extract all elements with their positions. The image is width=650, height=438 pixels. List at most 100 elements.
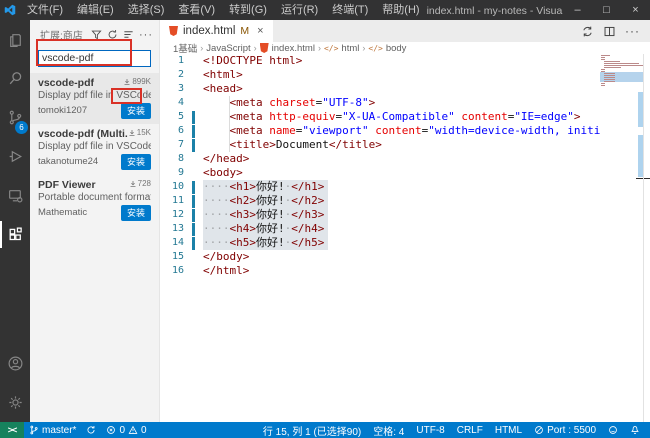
more-actions-icon[interactable]: ··· (139, 31, 153, 39)
extension-publisher: Mathematic (38, 207, 121, 218)
git-modified-badge: M (240, 25, 249, 37)
breadcrumb-node-html[interactable]: html (341, 43, 359, 54)
sidebar-item-search[interactable] (0, 59, 30, 98)
menu-item[interactable]: 运行(R) (274, 0, 325, 20)
sidebar-item-run-debug[interactable] (0, 137, 30, 176)
extension-name: vscode-pdf (Multi... (38, 128, 128, 140)
extension-list-item[interactable]: PDF Viewer 728 Portable document format … (30, 175, 159, 226)
line-number: 6 (160, 124, 184, 138)
gear-icon (7, 394, 24, 411)
extension-search-input[interactable] (38, 50, 151, 67)
clear-search-icon[interactable] (123, 29, 134, 40)
breadcrumb-folder[interactable]: 1基础 (173, 41, 197, 55)
scrollbar-divider (643, 54, 644, 422)
code-line[interactable]: 6 <meta name="viewport" content="width=d… (160, 124, 650, 138)
sidebar-item-extensions[interactable] (0, 215, 30, 254)
menu-item[interactable]: 帮助(H) (375, 0, 426, 20)
settings-button[interactable] (0, 383, 30, 422)
git-branch-item[interactable]: master* (24, 422, 81, 438)
split-editor-icon[interactable] (603, 25, 616, 38)
encoding[interactable]: UTF-8 (410, 422, 450, 438)
eol-sequence[interactable]: CRLF (451, 422, 489, 438)
minimap-content (600, 54, 644, 86)
warning-icon (128, 425, 138, 435)
line-number: 14 (160, 236, 184, 250)
code-line[interactable]: 16</html> (160, 264, 650, 278)
explorer-icon (7, 31, 24, 48)
branch-icon (29, 425, 39, 435)
remote-indicator[interactable]: >< (0, 422, 24, 438)
code-line[interactable]: 15</body> (160, 250, 650, 264)
code-line[interactable]: 12····<h3>你好!·</h3> (160, 208, 650, 222)
problems-item[interactable]: 0 0 (101, 422, 151, 438)
code-editor[interactable]: 1<!DOCTYPE html>2<html>3<head>4 <meta ch… (160, 54, 650, 422)
feedback-button[interactable] (602, 422, 624, 438)
editor-group: index.html M × ··· 1基础 › JavaScript › in… (160, 20, 650, 422)
symbol-element-icon: </> (324, 44, 338, 53)
menu-item[interactable]: 选择(S) (121, 0, 172, 20)
minimize-button[interactable]: – (563, 0, 592, 20)
code-line[interactable]: 8</head> (160, 152, 650, 166)
circle-slash-icon (534, 425, 544, 435)
code-line[interactable]: 10····<h1>你好!·</h1> (160, 180, 650, 194)
vscode-logo-icon (0, 4, 20, 16)
sync-button[interactable] (81, 422, 101, 438)
accounts-button[interactable] (0, 344, 30, 383)
refresh-icon[interactable] (107, 29, 118, 40)
code-line[interactable]: 3<head> (160, 82, 650, 96)
sync-icon (86, 425, 96, 435)
line-number: 9 (160, 166, 184, 180)
code-line[interactable]: 2<html> (160, 68, 650, 82)
editor-more-actions-icon[interactable]: ··· (625, 24, 640, 38)
tab-close-icon[interactable]: × (257, 25, 263, 37)
extension-list-item[interactable]: vscode-pdf 899K Display pdf file in VSCo… (30, 73, 159, 124)
close-button[interactable]: × (621, 0, 650, 20)
language-mode[interactable]: HTML (489, 422, 528, 438)
menu-item[interactable]: 查看(V) (171, 0, 222, 20)
indentation[interactable]: 空格: 4 (367, 422, 410, 438)
code-line[interactable]: 1<!DOCTYPE html> (160, 54, 650, 68)
line-number: 4 (160, 96, 184, 110)
code-line[interactable]: 14····<h5>你好!·</h5> (160, 236, 650, 250)
html-file-icon (260, 43, 269, 53)
sidebar-item-source-control[interactable]: 6 (0, 98, 30, 137)
code-line[interactable]: 4 <meta charset="UTF-8"> (160, 96, 650, 110)
cursor-position[interactable]: 行 15, 列 1 (已选择90) (257, 422, 367, 438)
git-change-gutter (192, 181, 195, 194)
open-changes-icon[interactable] (581, 25, 594, 38)
extension-name: PDF Viewer (38, 179, 129, 191)
git-change-gutter (192, 195, 195, 208)
extension-description: Display pdf file in VSCode. (38, 90, 151, 101)
maximize-button[interactable]: □ (592, 0, 621, 20)
run-debug-icon (7, 148, 24, 165)
notifications-button[interactable] (624, 422, 646, 438)
live-server-port[interactable]: Port : 5500 (528, 422, 602, 438)
code-line[interactable]: 11····<h2>你好!·</h2> (160, 194, 650, 208)
code-line[interactable]: 13····<h4>你好!·</h4> (160, 222, 650, 236)
menu-item[interactable]: 编辑(E) (70, 0, 121, 20)
menu-item[interactable]: 转到(G) (222, 0, 274, 20)
install-button[interactable]: 安装 (121, 154, 151, 170)
line-number: 11 (160, 194, 184, 208)
menu-item[interactable]: 文件(F) (20, 0, 70, 20)
git-change-gutter (192, 139, 195, 152)
sidebar-item-explorer[interactable] (0, 20, 30, 59)
install-button[interactable]: 安装 (121, 205, 151, 221)
window-title: index.html - my-notes - Visual Studio Co… (427, 3, 563, 18)
menu-item[interactable]: 终端(T) (325, 0, 375, 20)
code-line[interactable]: 7 <title>Document</title> (160, 138, 650, 152)
code-line[interactable]: 9<body> (160, 166, 650, 180)
breadcrumb-file[interactable]: index.html (272, 43, 315, 54)
breadcrumb-lang[interactable]: JavaScript (206, 43, 250, 54)
filter-icon[interactable] (91, 29, 102, 40)
extensions-icon (7, 226, 24, 243)
git-change-gutter (192, 111, 195, 124)
line-number: 15 (160, 250, 184, 264)
bell-icon (630, 425, 640, 435)
sidebar-item-remote-explorer[interactable] (0, 176, 30, 215)
install-button[interactable]: 安装 (121, 103, 151, 119)
code-line[interactable]: 5 <meta http-equiv="X-UA-Compatible" con… (160, 110, 650, 124)
extension-list-item[interactable]: vscode-pdf (Multi... 15K Display pdf fil… (30, 124, 159, 175)
tab-index-html[interactable]: index.html M × (160, 20, 273, 42)
breadcrumb-node-body[interactable]: body (386, 43, 407, 54)
